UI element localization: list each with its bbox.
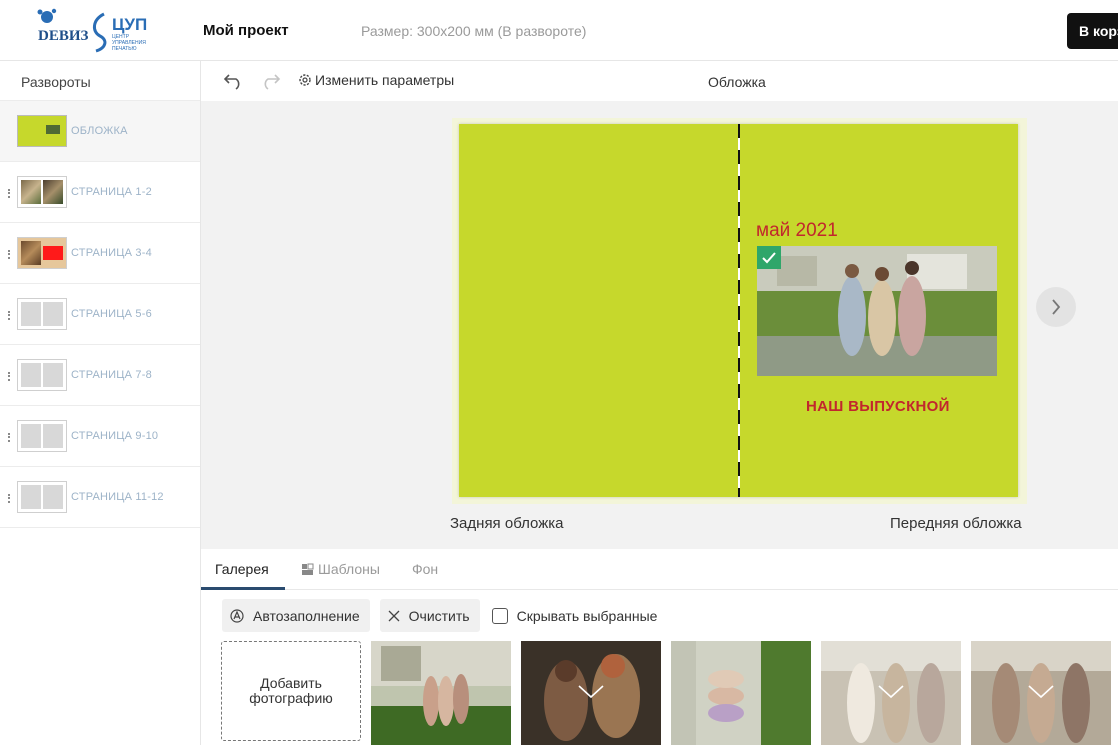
drag-handle-icon[interactable] xyxy=(8,494,11,503)
add-to-cart-button[interactable]: В корзину xyxy=(1067,13,1118,49)
add-photo-label-line2: фотографию xyxy=(249,690,333,706)
app-header: DEВИЗ ЦУП ЦЕНТР УПРАВЛЕНИЯ ПЕЧАТЬЮ Мой п… xyxy=(0,0,1118,61)
spread-thumbnail xyxy=(17,176,67,208)
photo-image xyxy=(671,641,811,745)
editor-canvas: май 2021 НАШ ВЫПУСКНОЙ Задняя обложка Пе… xyxy=(201,101,1118,549)
spreads-sidebar: Развороты ОБЛОЖКА СТРАНИЦА 1-2 СТРАНИЦА … xyxy=(0,61,201,745)
add-photo-label-line1: Добавить xyxy=(260,675,322,691)
sidebar-item-label: СТРАНИЦА 1-2 xyxy=(71,186,152,198)
cover-photo-image xyxy=(757,246,997,376)
selected-check-icon xyxy=(578,685,604,699)
redo-icon[interactable] xyxy=(259,70,281,90)
tab-background[interactable]: Фон xyxy=(412,561,438,577)
tab-gallery[interactable]: Галерея xyxy=(215,561,269,577)
spread-thumbnail xyxy=(17,298,67,330)
change-params-label: Изменить параметры xyxy=(315,72,455,88)
clear-label: Очистить xyxy=(408,607,470,624)
spread-thumbnail xyxy=(17,359,67,391)
svg-text:DEВИЗ: DEВИЗ xyxy=(38,28,89,44)
gallery-photo[interactable] xyxy=(671,641,811,745)
svg-text:ЦУП: ЦУП xyxy=(112,15,147,34)
tab-templates[interactable]: Шаблоны xyxy=(301,561,380,577)
drag-handle-icon[interactable] xyxy=(8,189,11,198)
drag-handle-icon[interactable] xyxy=(8,311,11,320)
clear-button[interactable]: Очистить xyxy=(379,599,480,632)
sidebar-item-label: СТРАНИЦА 7-8 xyxy=(71,369,152,381)
sidebar-item-page-3-4[interactable]: СТРАНИЦА 3-4 xyxy=(0,223,200,284)
media-tabs: Галерея Шаблоны Фон xyxy=(201,549,1118,590)
selected-check-icon xyxy=(1028,685,1054,699)
sidebar-item-label: СТРАНИЦА 3-4 xyxy=(71,247,152,259)
sidebar-item-label: ОБЛОЖКА xyxy=(71,125,128,137)
sidebar-item-page-5-6[interactable]: СТРАНИЦА 5-6 xyxy=(0,284,200,345)
drag-handle-icon[interactable] xyxy=(8,372,11,381)
next-spread-button[interactable] xyxy=(1036,287,1076,327)
templates-icon xyxy=(302,563,314,575)
sidebar-item-label: СТРАНИЦА 9-10 xyxy=(71,430,159,442)
tab-templates-label: Шаблоны xyxy=(318,561,380,577)
spread-thumbnail xyxy=(17,237,67,269)
svg-text:ПЕЧАТЬЮ: ПЕЧАТЬЮ xyxy=(112,46,137,52)
active-tab-indicator xyxy=(201,587,285,590)
sidebar-item-cover[interactable]: ОБЛОЖКА xyxy=(0,101,200,162)
gear-icon xyxy=(299,74,311,86)
hide-selected-label: Скрывать выбранные xyxy=(516,607,658,624)
sidebar-item-page-11-12[interactable]: СТРАНИЦА 11-12 xyxy=(0,467,200,528)
cover-caption-text[interactable]: НАШ ВЫПУСКНОЙ xyxy=(806,398,950,415)
autofill-button[interactable]: Автозаполнение xyxy=(222,599,370,632)
gallery-photo[interactable] xyxy=(371,641,511,745)
gallery-grid: Добавить фотографию xyxy=(221,641,1111,745)
drag-handle-icon[interactable] xyxy=(8,250,11,259)
spread-thumbnail xyxy=(17,481,67,513)
add-photo-button[interactable]: Добавить фотографию xyxy=(221,641,361,741)
cover-date-text[interactable]: май 2021 xyxy=(756,220,838,242)
cover-photo[interactable] xyxy=(757,246,997,376)
selected-check-icon xyxy=(878,685,904,699)
sidebar-title: Развороты xyxy=(0,61,200,101)
change-params-button[interactable]: Изменить параметры xyxy=(298,72,454,88)
editor-toolbar: Изменить параметры Обложка xyxy=(201,61,1118,101)
drag-handle-icon[interactable] xyxy=(8,433,11,442)
autofill-label: Автозаполнение xyxy=(253,607,360,624)
close-icon xyxy=(388,610,400,621)
section-title: Обложка xyxy=(708,74,766,90)
gallery-photo-selected[interactable] xyxy=(521,641,661,745)
hide-selected-toggle[interactable]: Скрывать выбранные xyxy=(491,607,658,624)
sidebar-item-label: СТРАНИЦА 5-6 xyxy=(71,308,152,320)
spread-thumbnail xyxy=(17,115,67,147)
sidebar-item-page-9-10[interactable]: СТРАНИЦА 9-10 xyxy=(0,406,200,467)
spine-line xyxy=(738,124,740,497)
gallery-photo-selected[interactable] xyxy=(821,641,961,745)
autofill-icon xyxy=(230,608,244,623)
back-cover-label: Задняя обложка xyxy=(450,515,564,532)
selected-check-icon[interactable] xyxy=(757,246,781,269)
hide-selected-checkbox[interactable] xyxy=(491,607,508,624)
undo-icon[interactable] xyxy=(223,70,245,90)
media-panel: Галерея Шаблоны Фон Автозаполнение Очист… xyxy=(201,549,1118,745)
sidebar-item-label: СТРАНИЦА 11-12 xyxy=(71,491,164,503)
gallery-actions: Автозаполнение Очистить Скрывать выбранн… xyxy=(222,599,657,632)
chevron-right-icon xyxy=(1052,299,1061,315)
front-cover-label: Передняя обложка xyxy=(890,515,1022,532)
photo-image xyxy=(371,641,511,745)
gallery-photo-selected[interactable] xyxy=(971,641,1111,745)
brand-logo[interactable]: DEВИЗ ЦУП ЦЕНТР УПРАВЛЕНИЯ ПЕЧАТЬЮ xyxy=(34,8,169,54)
sidebar-item-page-1-2[interactable]: СТРАНИЦА 1-2 xyxy=(0,162,200,223)
spread-thumbnail xyxy=(17,420,67,452)
project-size: Размер: 300x200 мм (В развороте) xyxy=(361,23,587,39)
cover-spread[interactable]: май 2021 НАШ ВЫПУСКНОЙ xyxy=(459,124,1018,497)
project-title: Мой проект xyxy=(203,22,289,39)
sidebar-item-page-7-8[interactable]: СТРАНИЦА 7-8 xyxy=(0,345,200,406)
